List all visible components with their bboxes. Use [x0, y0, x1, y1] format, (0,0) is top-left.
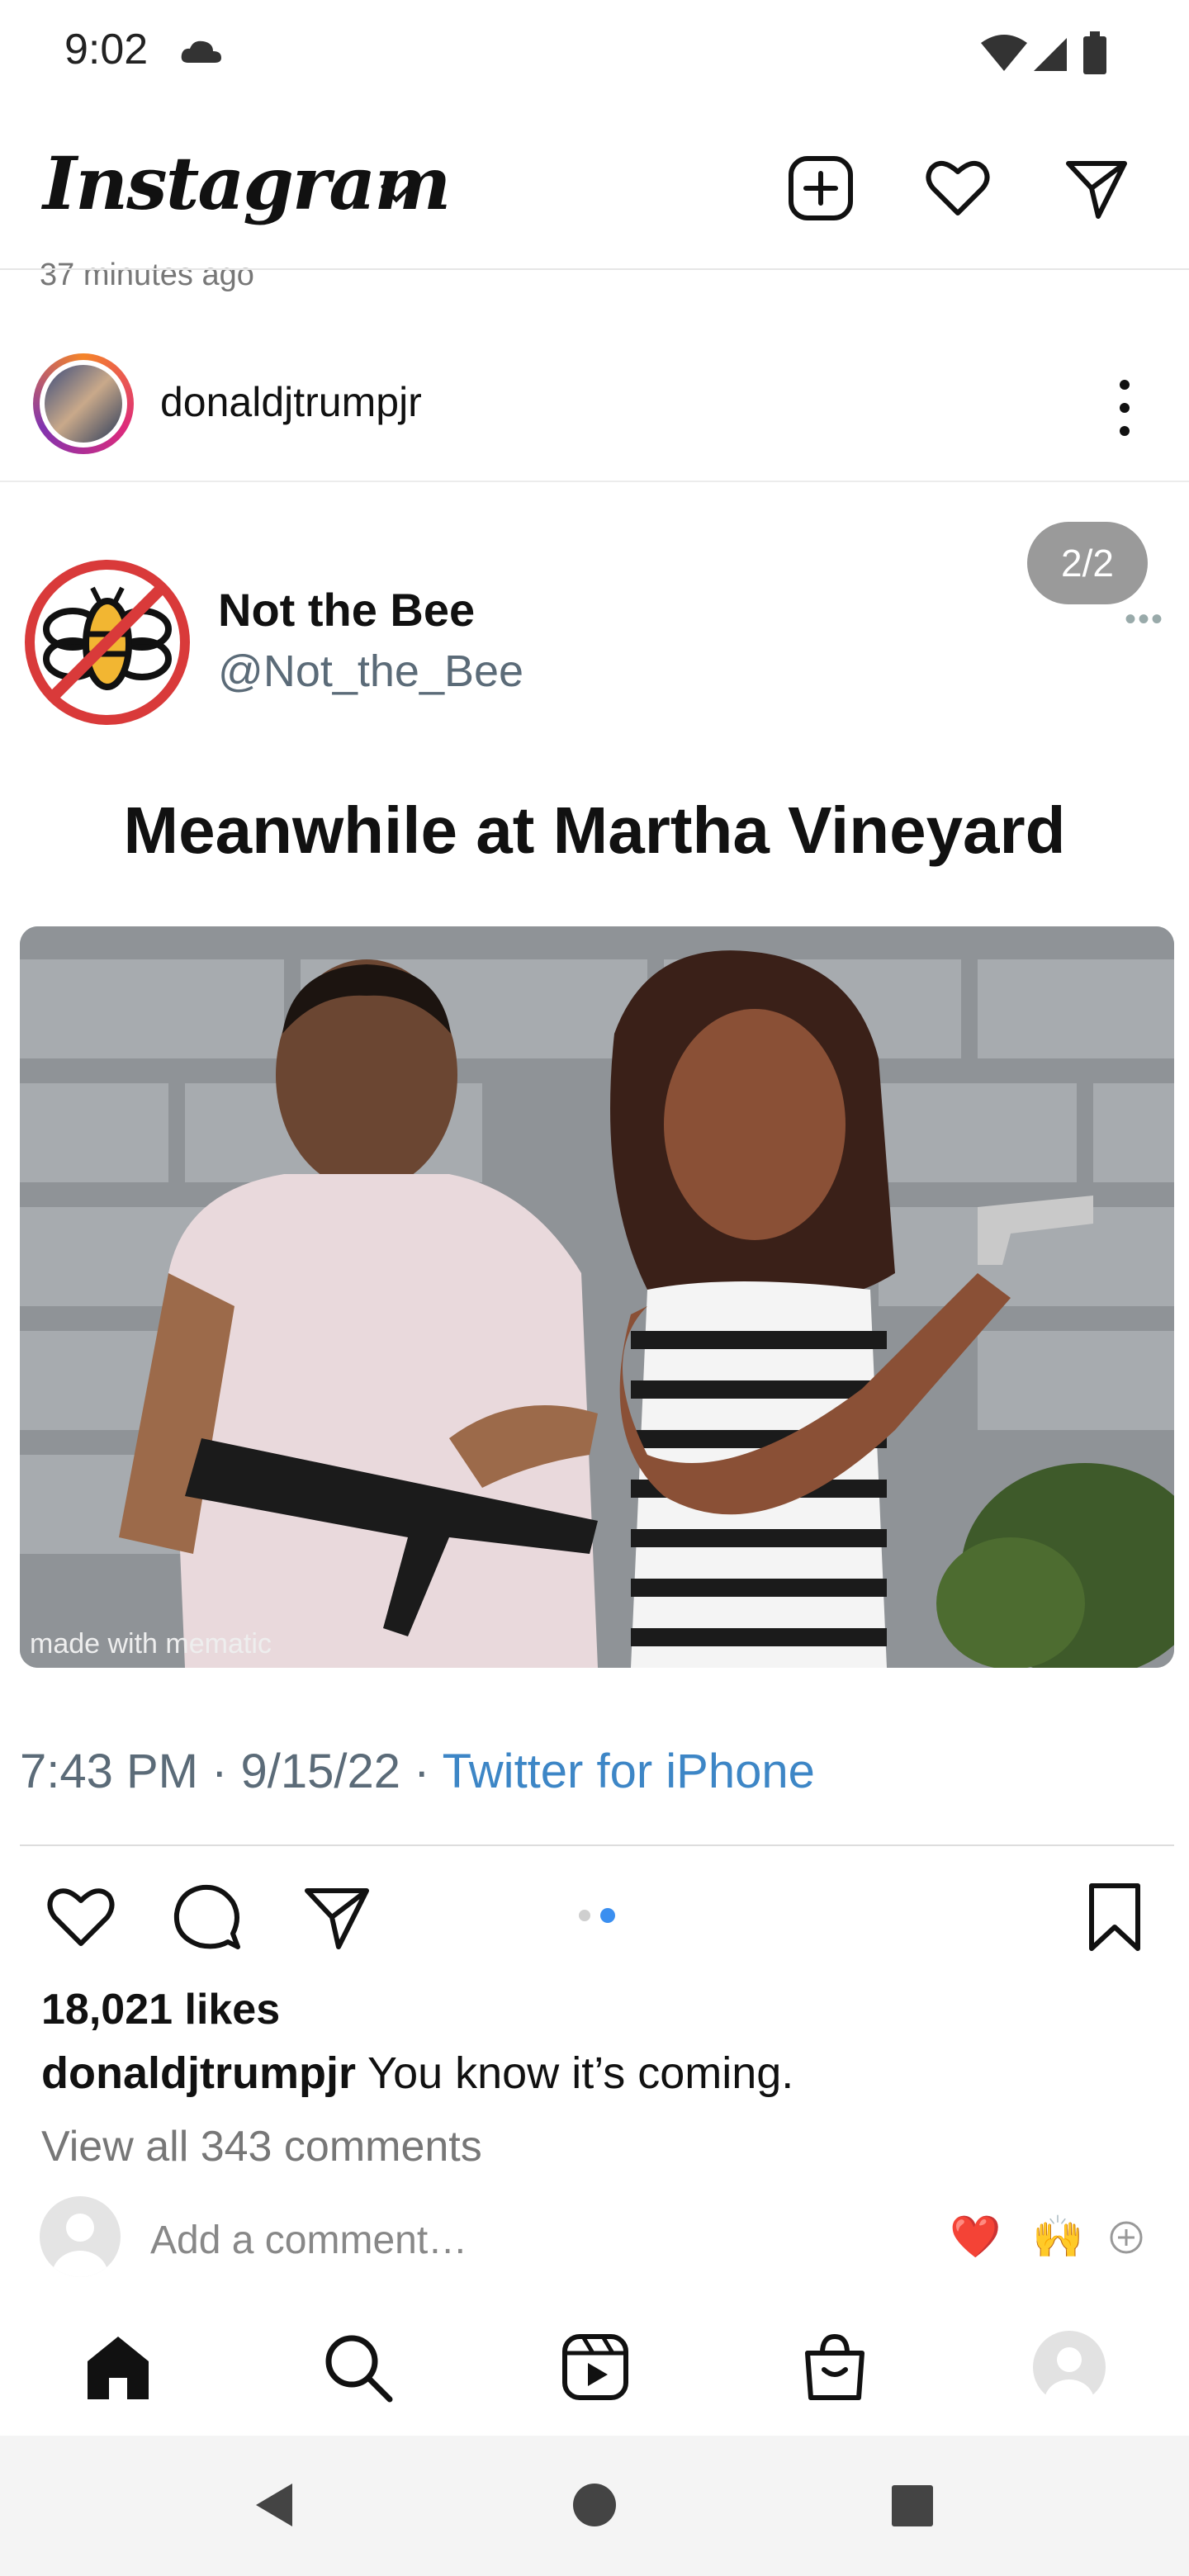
- carousel-counter: 2/2: [1027, 522, 1148, 604]
- tweet-source: Twitter for iPhone: [442, 1745, 815, 1798]
- caption-username[interactable]: donaldjtrumpjr: [41, 2048, 356, 2098]
- caption-text: You know it’s coming.: [355, 2048, 794, 2098]
- comment-icon[interactable]: [170, 1881, 243, 1953]
- header-divider: [0, 268, 1189, 270]
- back-icon[interactable]: [251, 2480, 297, 2530]
- activity-heart-icon[interactable]: [923, 154, 992, 223]
- home-icon[interactable]: [81, 2330, 155, 2404]
- home-button-icon[interactable]: [571, 2482, 618, 2528]
- reels-icon[interactable]: [558, 2330, 632, 2404]
- meme-title: Meanwhile at Martha Vineyard: [123, 793, 1066, 867]
- post-username[interactable]: donaldjtrumpjr: [160, 378, 422, 426]
- battery-icon: [1083, 31, 1106, 74]
- tweet-more-icon: •••: [1125, 601, 1165, 637]
- tweet-divider: [20, 1844, 1174, 1846]
- my-avatar: [40, 2196, 121, 2277]
- quick-emoji-heart[interactable]: ❤️: [950, 2213, 1001, 2261]
- signal-icon: [1034, 38, 1067, 71]
- add-emoji-icon[interactable]: [1108, 2219, 1144, 2256]
- like-count[interactable]: 18,021 likes: [41, 1985, 280, 2034]
- avatar[interactable]: [45, 365, 122, 443]
- post-caption: donaldjtrumpjr You know it’s coming.: [41, 2048, 793, 2099]
- quick-emoji-raised-hands[interactable]: 🙌: [1032, 2213, 1083, 2261]
- not-the-bee-logo: [25, 560, 190, 725]
- share-icon[interactable]: [301, 1881, 373, 1953]
- tweet-time-date: 7:43 PM · 9/15/22 ·: [20, 1745, 443, 1798]
- like-heart-icon[interactable]: [45, 1881, 117, 1953]
- chevron-down-icon[interactable]: [378, 180, 414, 205]
- tweet-timestamp: 7:43 PM · 9/15/22 · Twitter for iPhone: [20, 1744, 815, 1799]
- previous-post-time: 37 minutes ago: [40, 258, 254, 292]
- save-bookmark-icon[interactable]: [1078, 1881, 1151, 1953]
- meme-watermark: made with mematic: [30, 1628, 272, 1660]
- wifi-icon: [981, 35, 1027, 71]
- meme-photo: [20, 926, 1174, 1668]
- tweet-display-name: Not the Bee: [218, 584, 476, 636]
- create-post-icon[interactable]: [786, 154, 855, 223]
- search-icon[interactable]: [320, 2330, 395, 2404]
- carousel-indicator: [579, 1908, 615, 1923]
- profile-avatar-icon[interactable]: [1032, 2330, 1106, 2404]
- add-comment-input[interactable]: Add a comment…: [150, 2218, 467, 2263]
- cloud-icon: [181, 40, 221, 63]
- tweet-handle: @Not_the_Bee: [218, 646, 524, 696]
- direct-messages-icon[interactable]: [1062, 154, 1131, 223]
- more-options-icon[interactable]: [1106, 376, 1143, 439]
- view-all-comments-link[interactable]: View all 343 comments: [41, 2122, 482, 2171]
- status-time: 9:02: [64, 26, 149, 73]
- shop-bag-icon[interactable]: [798, 2330, 872, 2404]
- recents-icon[interactable]: [890, 2484, 935, 2528]
